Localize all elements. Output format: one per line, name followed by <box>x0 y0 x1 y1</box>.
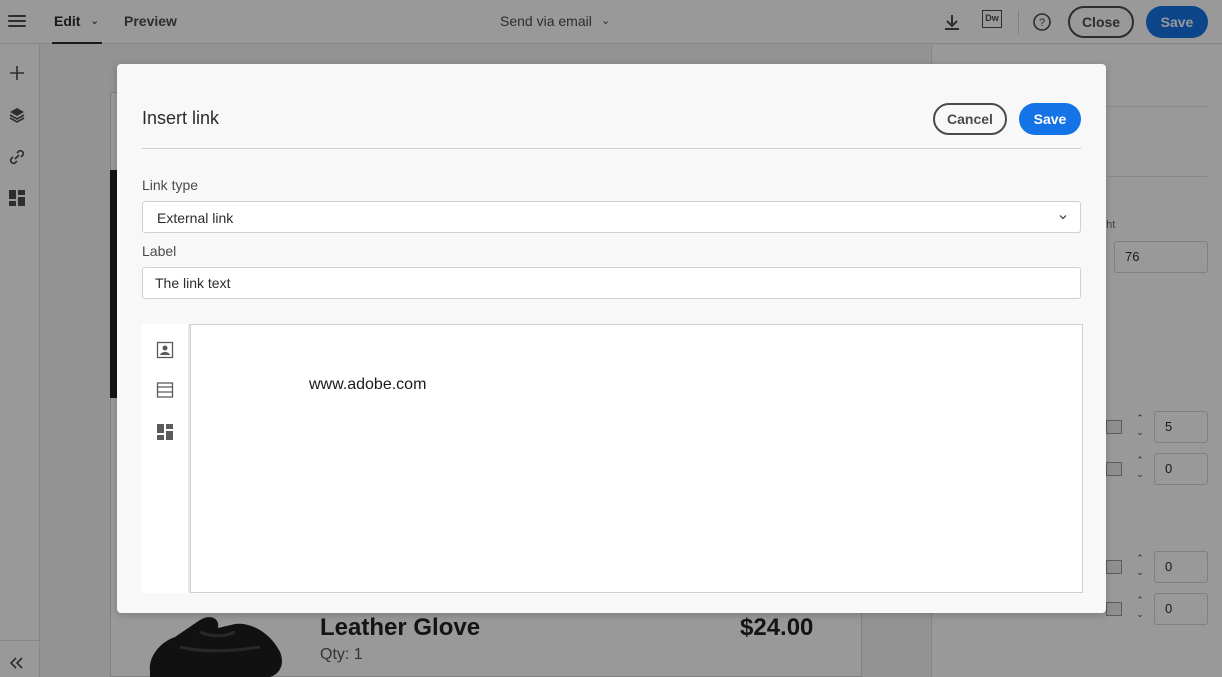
link-type-label: Link type <box>142 177 199 193</box>
structure-icon[interactable] <box>156 381 174 399</box>
dialog-title: Insert link <box>142 108 220 128</box>
editor-content-area[interactable]: www.adobe.com <box>190 324 1083 593</box>
label-field-label: Label <box>142 243 177 259</box>
link-type-value: External link <box>157 210 234 226</box>
cancel-button[interactable]: Cancel <box>933 103 1007 135</box>
dialog-divider <box>142 148 1081 149</box>
label-input[interactable] <box>142 267 1081 299</box>
insert-link-dialog: Insert link Cancel Save Link type Extern… <box>117 64 1106 613</box>
chevron-down-icon <box>1059 215 1067 220</box>
editor-link-text[interactable]: www.adobe.com <box>309 376 426 394</box>
link-editor: www.adobe.com <box>142 324 1083 593</box>
editor-toolbar <box>142 324 188 593</box>
image-block-icon[interactable] <box>156 341 174 359</box>
dialog-save-button[interactable]: Save <box>1019 103 1081 135</box>
fragment-icon[interactable] <box>156 423 174 441</box>
link-type-select[interactable]: External link <box>142 201 1081 233</box>
